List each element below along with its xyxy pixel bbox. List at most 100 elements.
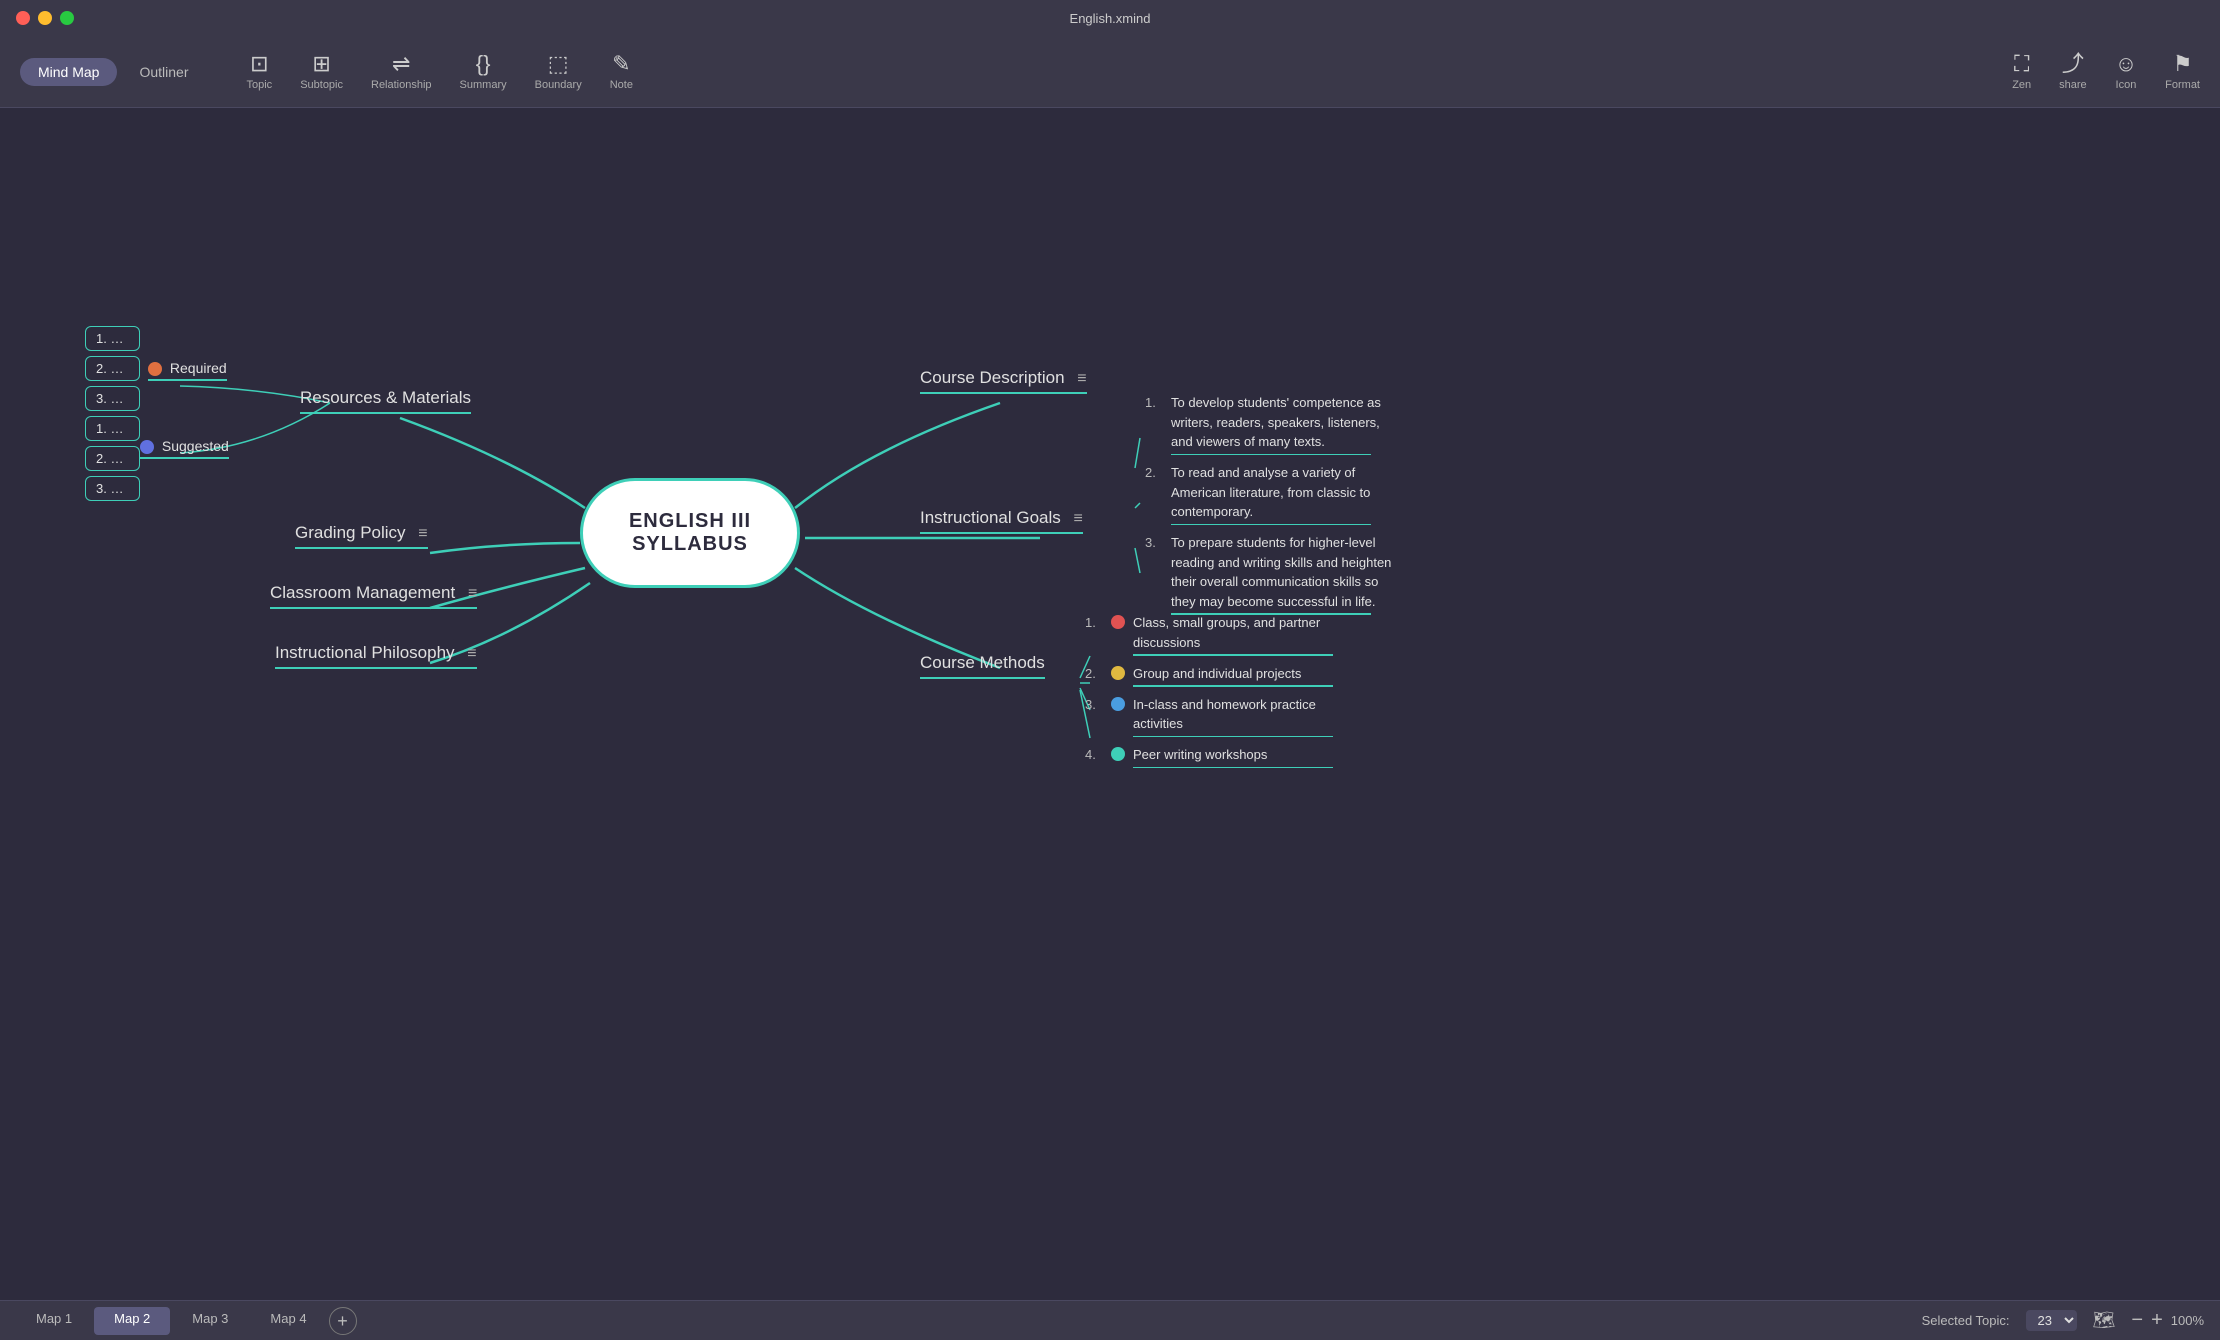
subtopic-icon: ⊞: [312, 53, 330, 75]
grading-policy-node[interactable]: Grading Policy ≡: [295, 523, 428, 549]
suggested-item-3: 3. …: [85, 476, 140, 501]
map-tab-3[interactable]: Map 3: [172, 1307, 248, 1335]
goal-item-1: 1. To develop students' competence as wr…: [1145, 393, 1405, 455]
topic-label: Topic: [247, 79, 273, 91]
window-title: English.xmind: [1070, 11, 1151, 26]
instructional-goals-label: Instructional Goals: [920, 508, 1061, 527]
classroom-management-label: Classroom Management: [270, 583, 455, 602]
required-item-2: 2. …: [85, 356, 140, 381]
instructional-goals-underline: [920, 532, 1083, 534]
zoom-in-button[interactable]: +: [2151, 1309, 2163, 1332]
method-icon-4: [1111, 747, 1125, 761]
instructional-goals-icon: ≡: [1074, 510, 1083, 527]
share-tool[interactable]: ⤴ share: [2059, 53, 2087, 91]
required-item-1: 1. …: [85, 326, 140, 351]
summary-tool[interactable]: {} Summary: [460, 53, 507, 91]
suggested-label: Suggested: [162, 438, 229, 454]
method-icon-2: [1111, 666, 1125, 680]
instructional-philosophy-icon: ≡: [467, 645, 476, 662]
relationship-tool[interactable]: ⇌ Relationship: [371, 53, 432, 91]
goal-text-2: To read and analyse a variety of America…: [1171, 465, 1370, 519]
add-tab-button[interactable]: +: [329, 1307, 357, 1335]
icon-tool-label: Icon: [2116, 79, 2137, 91]
instructional-goals-node[interactable]: Instructional Goals ≡: [920, 508, 1083, 534]
required-item-3: 3. …: [85, 386, 140, 411]
icon-tool-icon: ☺: [2115, 53, 2137, 75]
method-item-1: 1. Class, small groups, and partner disc…: [1085, 613, 1345, 656]
zoom-level: 100%: [2171, 1313, 2204, 1328]
required-icon: [148, 362, 162, 376]
toolbar-right: ⛶ Zen ⤴ share ☺ Icon ⚑ Format: [2012, 53, 2200, 91]
resources-materials-label: Resources & Materials: [300, 388, 471, 407]
goal-text-1: To develop students' competence as write…: [1171, 395, 1381, 449]
required-sub-node[interactable]: Required: [148, 360, 227, 381]
minimize-button[interactable]: [38, 11, 52, 25]
method-line-2: [1133, 685, 1333, 687]
map-tab-1[interactable]: Map 1: [16, 1307, 92, 1335]
goal-item-2: 2. To read and analyse a variety of Amer…: [1145, 463, 1405, 525]
note-tool[interactable]: ✎ Note: [610, 53, 633, 91]
central-node[interactable]: ENGLISH III SYLLABUS: [580, 478, 800, 588]
suggested-sub-node[interactable]: Suggested: [140, 438, 229, 459]
statusbar-right: Selected Topic: 23 🗺 − + 100%: [1922, 1309, 2204, 1332]
note-label: Note: [610, 79, 633, 91]
method-icon-1: [1111, 615, 1125, 629]
method-text-3: In-class and homework practice activitie…: [1133, 697, 1316, 732]
method-item-2: 2. Group and individual projects: [1085, 664, 1345, 687]
share-label: share: [2059, 79, 2087, 91]
format-tool[interactable]: ⚑ Format: [2165, 53, 2200, 91]
note-icon: ✎: [612, 53, 630, 75]
suggested-item-2: 2. …: [85, 446, 140, 471]
course-description-icon: ≡: [1077, 370, 1086, 387]
method-line-3: [1133, 736, 1333, 738]
method-item-4: 4. Peer writing workshops: [1085, 745, 1345, 768]
instructional-philosophy-label: Instructional Philosophy: [275, 643, 455, 662]
summary-label: Summary: [460, 79, 507, 91]
course-methods-node[interactable]: Course Methods: [920, 653, 1045, 679]
share-icon: ⤴: [2062, 53, 2084, 75]
suggested-underline: [140, 457, 229, 459]
suggested-item-1: 1. …: [85, 416, 140, 441]
subtopic-tool[interactable]: ⊞ Subtopic: [300, 53, 343, 91]
map-tabs: Map 1 Map 2 Map 3 Map 4 +: [16, 1307, 1922, 1335]
method-line-1: [1133, 654, 1333, 656]
zen-label: Zen: [2012, 79, 2031, 91]
grading-policy-icon: ≡: [418, 525, 427, 542]
instructional-goals-details: 1. To develop students' competence as wr…: [1145, 393, 1405, 623]
map-tab-4[interactable]: Map 4: [250, 1307, 326, 1335]
instructional-philosophy-node[interactable]: Instructional Philosophy ≡: [275, 643, 477, 669]
course-description-underline: [920, 392, 1087, 394]
resources-materials-underline: [300, 412, 471, 414]
course-methods-label: Course Methods: [920, 653, 1045, 672]
resources-materials-node[interactable]: Resources & Materials: [300, 388, 471, 414]
toolbar: Mind Map Outliner ⊡ Topic ⊞ Subtopic ⇌ R…: [0, 36, 2220, 108]
subtopic-label: Subtopic: [300, 79, 343, 91]
relationship-icon: ⇌: [392, 53, 410, 75]
selected-topic-select[interactable]: 23: [2026, 1310, 2077, 1331]
icon-tool[interactable]: ☺ Icon: [2115, 53, 2137, 91]
goal-line-2: [1171, 524, 1371, 526]
maximize-button[interactable]: [60, 11, 74, 25]
zen-tool[interactable]: ⛶ Zen: [2012, 53, 2031, 91]
format-label: Format: [2165, 79, 2200, 91]
course-description-node[interactable]: Course Description ≡: [920, 368, 1087, 394]
course-methods-details: 1. Class, small groups, and partner disc…: [1085, 613, 1345, 776]
boundary-tool[interactable]: ⬚ Boundary: [535, 53, 582, 91]
classroom-management-node[interactable]: Classroom Management ≡: [270, 583, 477, 609]
map-tab-2[interactable]: Map 2: [94, 1307, 170, 1335]
zoom-out-button[interactable]: −: [2131, 1309, 2143, 1332]
instructional-philosophy-underline: [275, 667, 477, 669]
zoom-controls: − + 100%: [2131, 1309, 2204, 1332]
topic-icon: ⊡: [250, 53, 268, 75]
mindmap-tab[interactable]: Mind Map: [20, 58, 117, 86]
outliner-tab[interactable]: Outliner: [121, 58, 206, 86]
method-text-1: Class, small groups, and partner discuss…: [1133, 615, 1320, 650]
close-button[interactable]: [16, 11, 30, 25]
selected-topic-label: Selected Topic:: [1922, 1313, 2010, 1328]
topic-tool[interactable]: ⊡ Topic: [247, 53, 273, 91]
boundary-label: Boundary: [535, 79, 582, 91]
classroom-management-underline: [270, 607, 477, 609]
goal-item-3: 3. To prepare students for higher-level …: [1145, 533, 1405, 615]
course-description-label: Course Description: [920, 368, 1065, 387]
statusbar: Map 1 Map 2 Map 3 Map 4 + Selected Topic…: [0, 1300, 2220, 1340]
